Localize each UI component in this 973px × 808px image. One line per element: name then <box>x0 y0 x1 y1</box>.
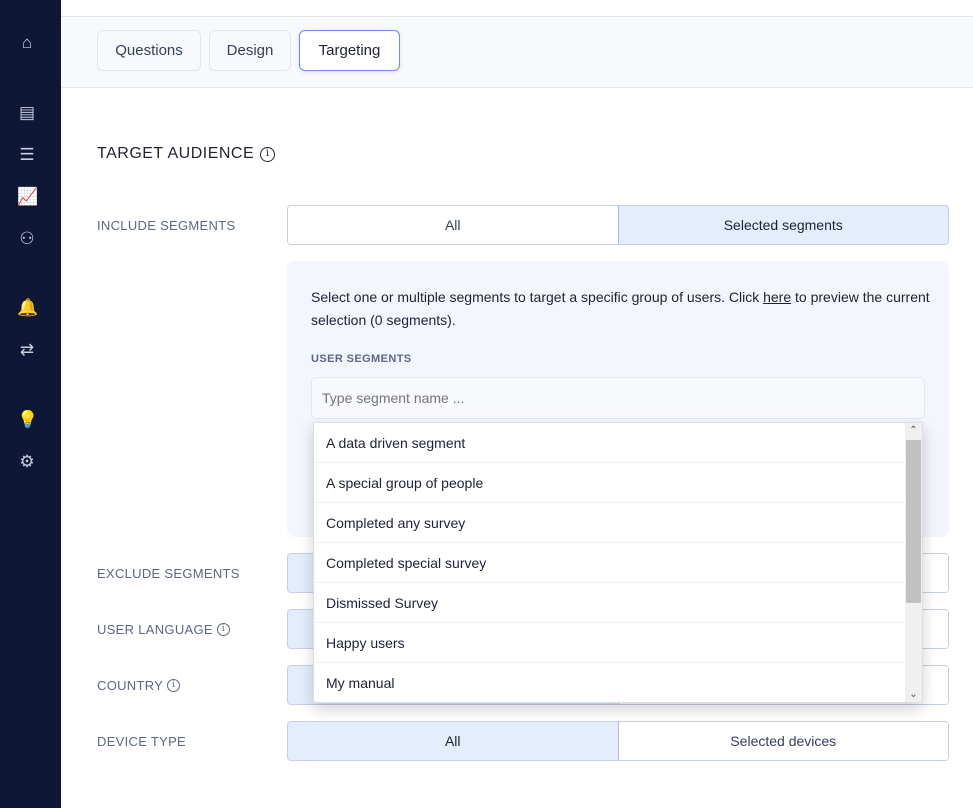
section-title: TARGET AUDIENCE i <box>97 145 276 163</box>
section-title-text: TARGET AUDIENCE <box>97 145 255 162</box>
device-all-option[interactable]: All <box>288 722 618 760</box>
device-type-label: DEVICE TYPE <box>97 734 187 749</box>
description-text: Select one or multiple segments to targe… <box>311 289 764 305</box>
user-language-label: USER LANGUAGE i <box>97 622 230 637</box>
sidebar: ⌂ ▤ ☰ 📈 ⚇ 🔔 ⇄ 💡 ⚙ <box>0 0 61 808</box>
info-icon[interactable]: i <box>216 623 230 636</box>
dropdown-item[interactable]: Dismissed Survey <box>314 583 905 623</box>
device-selected-option[interactable]: Selected devices <box>617 722 948 760</box>
segments-description: Select one or multiple segments to targe… <box>311 286 931 332</box>
exclude-segments-label: EXCLUDE SEGMENTS <box>97 566 240 581</box>
preview-link[interactable]: here <box>763 289 791 305</box>
segment-search-input[interactable] <box>311 377 925 419</box>
dropdown-item[interactable]: A data driven segment <box>314 423 905 463</box>
dropdown-item[interactable]: Completed special survey <box>314 543 905 583</box>
scrollbar-thumb[interactable] <box>906 440 921 603</box>
tab-bar: Questions Design Targeting <box>61 18 973 88</box>
audience-icon[interactable]: ⚇ <box>17 229 37 249</box>
country-text: COUNTRY <box>97 678 164 693</box>
gear-icon[interactable]: ⚙ <box>17 452 37 472</box>
tab-targeting[interactable]: Targeting <box>299 30 400 71</box>
list-icon[interactable]: ▤ <box>17 103 37 123</box>
user-segments-label: USER SEGMENTS <box>311 353 412 365</box>
lightbulb-icon[interactable]: 💡 <box>17 410 38 430</box>
segment-dropdown: A data driven segment A special group of… <box>313 422 923 703</box>
include-all-option[interactable]: All <box>288 206 618 244</box>
dropdown-item[interactable]: Happy users <box>314 623 905 663</box>
info-icon[interactable]: i <box>167 679 181 692</box>
home-icon[interactable]: ⌂ <box>17 33 37 53</box>
include-segments-label: INCLUDE SEGMENTS <box>97 218 236 233</box>
dropdown-item[interactable]: My manual <box>314 663 905 702</box>
bell-icon[interactable]: 🔔 <box>17 298 38 318</box>
tab-design[interactable]: Design <box>209 30 291 71</box>
device-type-toggle: All Selected devices <box>287 721 949 761</box>
analytics-icon[interactable]: 📈 <box>17 187 38 207</box>
tab-questions[interactable]: Questions <box>97 30 201 71</box>
include-selected-option[interactable]: Selected segments <box>617 206 948 244</box>
scroll-up-icon[interactable]: ⌃ <box>905 425 922 436</box>
country-label: COUNTRY i <box>97 678 181 693</box>
info-icon[interactable]: i <box>260 146 276 162</box>
sync-icon[interactable]: ⇄ <box>17 340 37 360</box>
scroll-down-icon[interactable]: ⌄ <box>905 689 922 700</box>
menu-icon[interactable]: ☰ <box>17 145 37 165</box>
top-bar <box>61 0 973 17</box>
user-language-text: USER LANGUAGE <box>97 622 213 637</box>
dropdown-item[interactable]: A special group of people <box>314 463 905 503</box>
scrollbar[interactable]: ⌃ ⌄ <box>905 423 922 702</box>
dropdown-item[interactable]: Completed any survey <box>314 503 905 543</box>
include-segments-toggle: All Selected segments <box>287 205 949 245</box>
